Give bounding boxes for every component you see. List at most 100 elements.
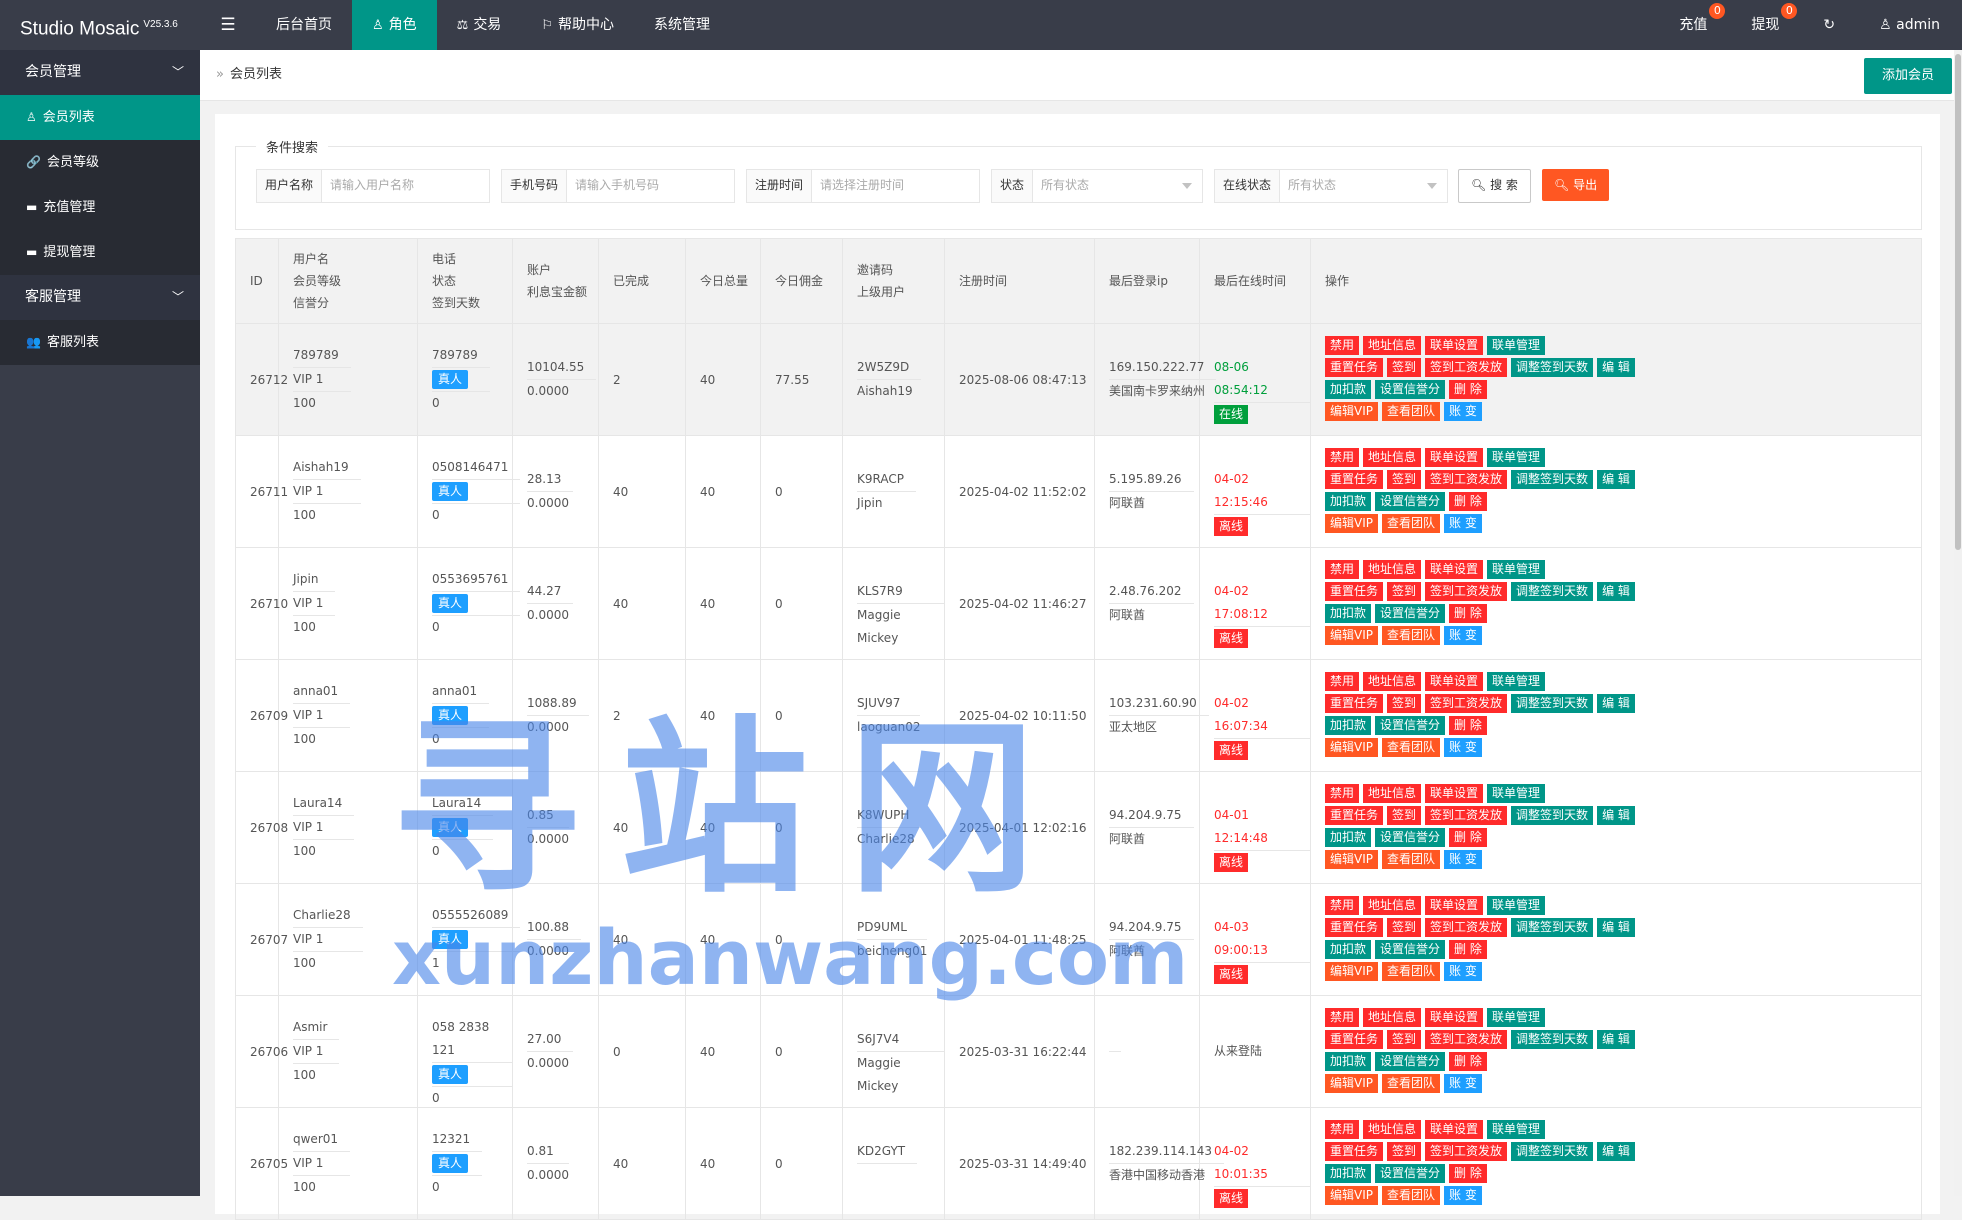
add-member-button[interactable]: 添加会员: [1863, 58, 1952, 94]
action-button-10[interactable]: 设置信誉分: [1375, 492, 1446, 511]
action-button-1[interactable]: 地址信息: [1363, 560, 1422, 579]
action-button-11[interactable]: 删 除: [1449, 940, 1487, 959]
action-button-11[interactable]: 删 除: [1449, 828, 1487, 847]
action-button-8[interactable]: 编 辑: [1597, 582, 1635, 601]
action-button-7[interactable]: 调整签到天数: [1511, 1142, 1594, 1161]
action-button-8[interactable]: 编 辑: [1597, 806, 1635, 825]
regtime-input[interactable]: 请选择注册时间: [812, 170, 979, 202]
action-button-3[interactable]: 联单管理: [1487, 1120, 1546, 1139]
sidebar-group-service[interactable]: 客服管理 ﹀: [0, 275, 200, 320]
action-button-5[interactable]: 签到: [1387, 918, 1422, 937]
action-button-13[interactable]: 查看团队: [1382, 402, 1441, 421]
action-button-0[interactable]: 禁用: [1325, 560, 1360, 579]
nav-home[interactable]: 后台首页: [256, 0, 352, 50]
action-button-14[interactable]: 账 变: [1444, 626, 1482, 645]
action-button-9[interactable]: 加扣款: [1325, 1164, 1372, 1183]
action-button-5[interactable]: 签到: [1387, 806, 1422, 825]
action-button-9[interactable]: 加扣款: [1325, 940, 1372, 959]
action-button-0[interactable]: 禁用: [1325, 336, 1360, 355]
action-button-7[interactable]: 调整签到天数: [1511, 806, 1594, 825]
action-button-4[interactable]: 重置任务: [1325, 918, 1384, 937]
nav-trade[interactable]: ⚖ 交易: [437, 0, 522, 50]
username-input[interactable]: 请输入用户名称: [322, 170, 489, 202]
action-button-14[interactable]: 账 变: [1444, 962, 1482, 981]
action-button-5[interactable]: 签到: [1387, 358, 1422, 377]
action-button-4[interactable]: 重置任务: [1325, 582, 1384, 601]
action-button-6[interactable]: 签到工资发放: [1425, 470, 1508, 489]
action-button-9[interactable]: 加扣款: [1325, 380, 1372, 399]
action-button-12[interactable]: 编辑VIP: [1325, 402, 1378, 421]
action-button-13[interactable]: 查看团队: [1382, 1074, 1441, 1093]
scrollbar-thumb[interactable]: [1955, 54, 1961, 550]
action-button-3[interactable]: 联单管理: [1487, 896, 1546, 915]
action-button-5[interactable]: 签到: [1387, 1030, 1422, 1049]
action-button-0[interactable]: 禁用: [1325, 1120, 1360, 1139]
action-button-7[interactable]: 调整签到天数: [1511, 1030, 1594, 1049]
action-button-1[interactable]: 地址信息: [1363, 672, 1422, 691]
sidebar-group-members[interactable]: 会员管理 ﹀: [0, 50, 200, 95]
action-button-13[interactable]: 查看团队: [1382, 738, 1441, 757]
action-button-10[interactable]: 设置信誉分: [1375, 1164, 1446, 1183]
action-button-0[interactable]: 禁用: [1325, 1008, 1360, 1027]
action-button-1[interactable]: 地址信息: [1363, 784, 1422, 803]
action-button-12[interactable]: 编辑VIP: [1325, 738, 1378, 757]
sidebar-item-recharge[interactable]: ▬ 充值管理: [0, 185, 200, 230]
action-button-8[interactable]: 编 辑: [1597, 1030, 1635, 1049]
action-button-10[interactable]: 设置信誉分: [1375, 828, 1446, 847]
action-button-12[interactable]: 编辑VIP: [1325, 514, 1378, 533]
action-button-2[interactable]: 联单设置: [1425, 784, 1484, 803]
action-button-9[interactable]: 加扣款: [1325, 828, 1372, 847]
action-button-7[interactable]: 调整签到天数: [1511, 470, 1594, 489]
action-button-0[interactable]: 禁用: [1325, 896, 1360, 915]
withdraw-link[interactable]: 提现 0: [1729, 0, 1801, 50]
action-button-11[interactable]: 删 除: [1449, 716, 1487, 735]
search-button[interactable]: 🔍︎ 搜 索: [1458, 169, 1531, 203]
action-button-14[interactable]: 账 变: [1444, 738, 1482, 757]
page-scrollbar[interactable]: [1954, 50, 1962, 1196]
action-button-1[interactable]: 地址信息: [1363, 896, 1422, 915]
action-button-4[interactable]: 重置任务: [1325, 470, 1384, 489]
action-button-5[interactable]: 签到: [1387, 582, 1422, 601]
phone-input[interactable]: 请输入手机号码: [567, 170, 734, 202]
action-button-14[interactable]: 账 变: [1444, 850, 1482, 869]
action-button-4[interactable]: 重置任务: [1325, 358, 1384, 377]
action-button-9[interactable]: 加扣款: [1325, 1052, 1372, 1071]
action-button-13[interactable]: 查看团队: [1382, 850, 1441, 869]
action-button-9[interactable]: 加扣款: [1325, 716, 1372, 735]
action-button-8[interactable]: 编 辑: [1597, 918, 1635, 937]
action-button-3[interactable]: 联单管理: [1487, 672, 1546, 691]
action-button-0[interactable]: 禁用: [1325, 672, 1360, 691]
action-button-6[interactable]: 签到工资发放: [1425, 582, 1508, 601]
action-button-11[interactable]: 删 除: [1449, 604, 1487, 623]
user-menu[interactable]: ♙ admin: [1857, 0, 1962, 50]
action-button-2[interactable]: 联单设置: [1425, 560, 1484, 579]
action-button-5[interactable]: 签到: [1387, 1142, 1422, 1161]
action-button-11[interactable]: 删 除: [1449, 1164, 1487, 1183]
action-button-6[interactable]: 签到工资发放: [1425, 1030, 1508, 1049]
action-button-5[interactable]: 签到: [1387, 694, 1422, 713]
action-button-10[interactable]: 设置信誉分: [1375, 716, 1446, 735]
action-button-2[interactable]: 联单设置: [1425, 1008, 1484, 1027]
action-button-13[interactable]: 查看团队: [1382, 626, 1441, 645]
action-button-10[interactable]: 设置信誉分: [1375, 380, 1446, 399]
action-button-8[interactable]: 编 辑: [1597, 1142, 1635, 1161]
refresh-icon[interactable]: ↻: [1801, 0, 1857, 50]
action-button-2[interactable]: 联单设置: [1425, 448, 1484, 467]
nav-role[interactable]: ♙ 角色: [352, 0, 437, 50]
action-button-6[interactable]: 签到工资发放: [1425, 358, 1508, 377]
action-button-4[interactable]: 重置任务: [1325, 1142, 1384, 1161]
action-button-14[interactable]: 账 变: [1444, 1074, 1482, 1093]
action-button-11[interactable]: 删 除: [1449, 1052, 1487, 1071]
sidebar-item-member-level[interactable]: 🔗 会员等级: [0, 140, 200, 185]
recharge-link[interactable]: 充值 0: [1657, 0, 1729, 50]
action-button-0[interactable]: 禁用: [1325, 784, 1360, 803]
action-button-11[interactable]: 删 除: [1449, 492, 1487, 511]
action-button-8[interactable]: 编 辑: [1597, 470, 1635, 489]
action-button-5[interactable]: 签到: [1387, 470, 1422, 489]
action-button-6[interactable]: 签到工资发放: [1425, 1142, 1508, 1161]
action-button-14[interactable]: 账 变: [1444, 514, 1482, 533]
action-button-10[interactable]: 设置信誉分: [1375, 940, 1446, 959]
action-button-3[interactable]: 联单管理: [1487, 448, 1546, 467]
action-button-3[interactable]: 联单管理: [1487, 336, 1546, 355]
action-button-4[interactable]: 重置任务: [1325, 1030, 1384, 1049]
